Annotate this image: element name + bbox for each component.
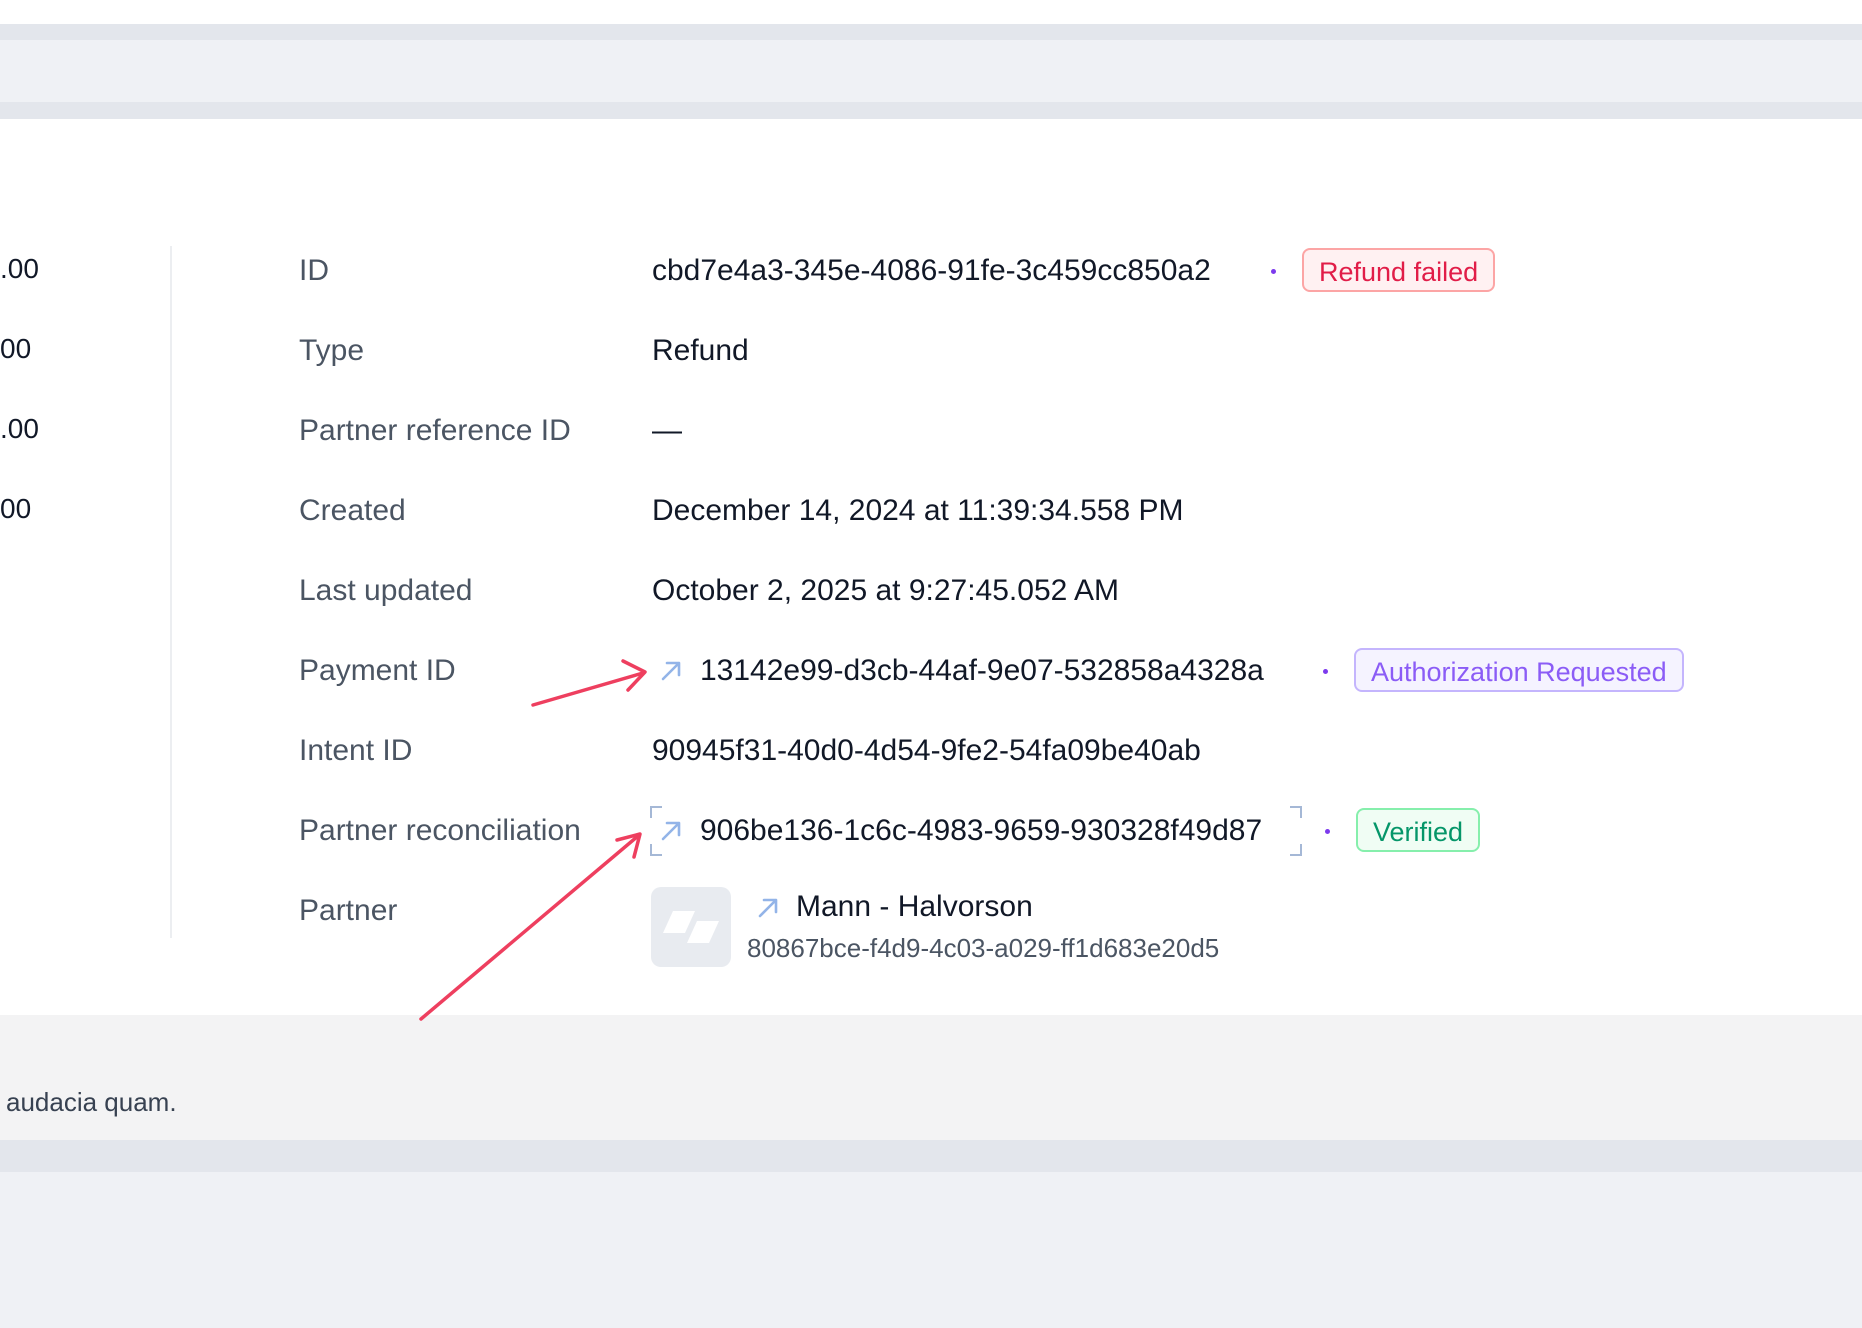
separator-dot xyxy=(1325,829,1330,834)
last-updated-value: October 2, 2025 at 9:27:45.052 AM xyxy=(652,574,1119,607)
amount-value: .00 xyxy=(0,413,39,444)
separator-dot xyxy=(1271,269,1276,274)
partner-reference-id-value: — xyxy=(652,414,682,447)
section-divider xyxy=(0,102,1862,119)
top-bar xyxy=(0,0,1862,24)
toolbar-strip xyxy=(0,40,1862,102)
amount-value: 00 xyxy=(0,333,32,364)
status-badge-verified: Verified xyxy=(1356,808,1481,852)
amount-value: 00 xyxy=(0,493,32,524)
created-label: Created xyxy=(299,494,406,527)
focus-ring-corner xyxy=(650,844,662,856)
id-value[interactable]: cbd7e4a3-345e-4086-91fe-3c459cc850a2 xyxy=(652,254,1211,288)
footer-panel xyxy=(0,1015,1862,1140)
partner-reconciliation-label: Partner reconciliation xyxy=(299,814,581,847)
separator-dot xyxy=(1323,669,1328,674)
external-link-icon[interactable] xyxy=(658,658,684,684)
status-badge-authorization-requested: Authorization Requested xyxy=(1354,648,1684,692)
focus-ring-corner xyxy=(1290,844,1302,856)
partner-name-link[interactable]: Mann - Halvorson xyxy=(796,890,1033,924)
footer-text: audacia quam. xyxy=(6,1087,177,1117)
column-divider xyxy=(170,246,172,938)
partner-reconciliation-value[interactable]: 906be136-1c6c-4983-9659-930328f49d87 xyxy=(700,814,1262,848)
partner-id-value: 80867bce-f4d9-4c03-a029-ff1d683e20d5 xyxy=(747,933,1220,963)
type-label: Type xyxy=(299,334,365,367)
status-badge-refund-failed: Refund failed xyxy=(1302,248,1496,292)
top-divider xyxy=(0,24,1862,40)
external-link-icon[interactable] xyxy=(658,818,684,844)
intent-id-value: 90945f31-40d0-4d54-9fe2-54fa09be40ab xyxy=(652,734,1201,767)
partner-label: Partner xyxy=(299,894,398,927)
intent-id-label: Intent ID xyxy=(299,734,413,767)
bottom-divider xyxy=(0,1140,1862,1172)
focus-ring-corner xyxy=(650,806,662,818)
partner-reference-id-label: Partner reference ID xyxy=(299,414,571,447)
external-link-icon[interactable] xyxy=(755,895,781,921)
created-value: December 14, 2024 at 11:39:34.558 PM xyxy=(652,494,1184,527)
partner-logo-icon xyxy=(651,887,731,967)
payment-id-value[interactable]: 13142e99-d3cb-44af-9e07-532858a4328a xyxy=(700,654,1264,688)
type-value: Refund xyxy=(652,334,749,367)
focus-ring-corner xyxy=(1290,806,1302,818)
amount-value: .00 xyxy=(0,253,39,284)
last-updated-label: Last updated xyxy=(299,574,473,607)
payment-id-label: Payment ID xyxy=(299,654,456,687)
id-label: ID xyxy=(299,254,329,287)
